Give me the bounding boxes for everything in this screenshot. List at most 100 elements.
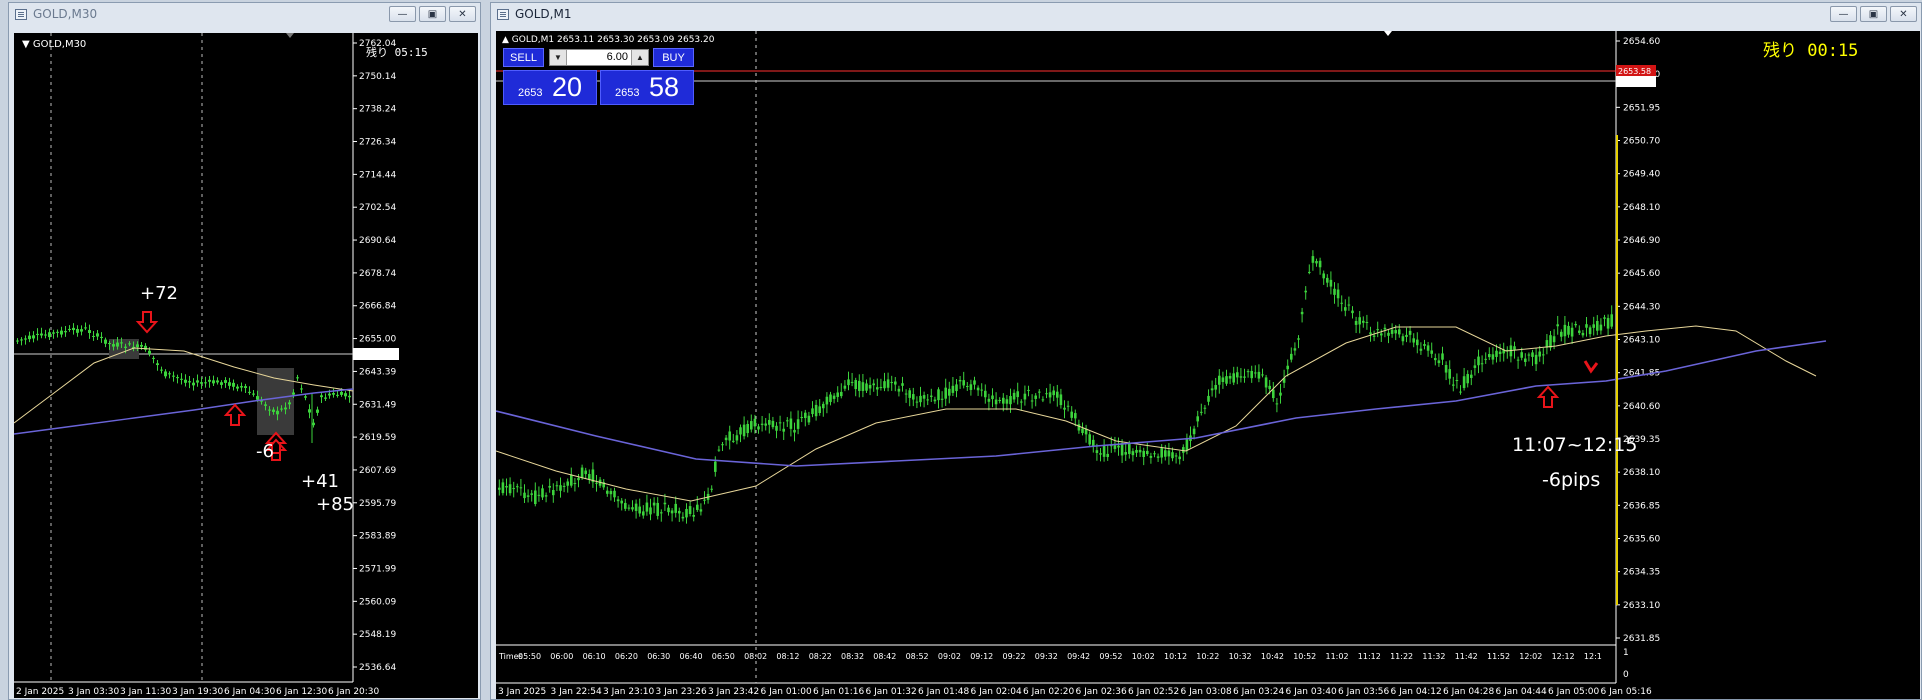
time-marker-label: 09:12: [970, 652, 993, 661]
candle-body: [1077, 424, 1081, 431]
candle-body: [1466, 374, 1469, 384]
y-tick-label: 2548.19: [359, 630, 396, 640]
lot-size-input[interactable]: ▼ 6.00 ▲: [549, 49, 649, 66]
candle-body: [782, 428, 785, 432]
x-tick-label: 6 Jan 03:56: [1338, 687, 1390, 697]
minimize-button[interactable]: —: [389, 6, 416, 22]
candle-body: [1293, 348, 1297, 351]
lot-size-value[interactable]: 6.00: [607, 51, 628, 63]
window-titlebar[interactable]: GOLD,M30 — ▣ ✕: [9, 3, 480, 25]
candle-body: [136, 344, 139, 348]
candle-body: [272, 409, 275, 412]
candle-body: [645, 502, 649, 512]
candle-body: [933, 399, 937, 402]
time-marker-label: 06:40: [680, 652, 703, 661]
buy-button[interactable]: BUY: [653, 48, 694, 67]
time-marker-label: 11:42: [1455, 652, 1478, 661]
candle-body: [1491, 354, 1495, 360]
close-button[interactable]: ✕: [1890, 6, 1917, 22]
y-tick-label: 2649.40: [1623, 170, 1660, 180]
candle-body: [192, 382, 195, 386]
candle-body: [840, 391, 843, 397]
lot-increase-icon[interactable]: ▲: [631, 50, 648, 65]
candle-body: [562, 485, 566, 487]
candle-body: [332, 393, 335, 395]
chart-window-gold-m30[interactable]: GOLD,M30 — ▣ ✕ 2762.04 2750.14 2738.24 2726…: [8, 2, 481, 700]
candle-body: [1347, 304, 1351, 306]
candle-body: [580, 467, 584, 478]
time-marker-label: 10:02: [1132, 652, 1155, 661]
window-titlebar[interactable]: GOLD,M1 — ▣ ✕: [491, 3, 1921, 25]
candle-body: [753, 418, 757, 427]
candle-body: [232, 382, 235, 387]
candle-body: [1218, 375, 1221, 385]
bid-price-pips: 20: [552, 72, 583, 102]
ma-slow-line: [14, 388, 354, 435]
candle-body: [1081, 428, 1084, 434]
candle-body: [1390, 329, 1394, 334]
candle-body: [168, 373, 171, 375]
candle-body: [1171, 452, 1174, 459]
candle-body: [620, 500, 623, 504]
candle-body: [728, 431, 731, 441]
lot-decrease-icon[interactable]: ▼: [550, 50, 567, 65]
price-chart-m30[interactable]: 2762.04 2750.14 2738.24 2726.34 2714.44 2702.…: [14, 33, 478, 698]
candle-body: [652, 502, 656, 506]
time-marker-label: 06:30: [647, 652, 670, 661]
candle-body: [940, 398, 944, 400]
y-tick-label: 2631.85: [1623, 634, 1660, 644]
y-tick-label: 2560.09: [359, 597, 396, 607]
y-tick-label: 2619.59: [359, 433, 396, 443]
candle-body: [595, 482, 598, 484]
candle-body: [757, 426, 760, 430]
candle-body: [48, 332, 51, 338]
candle-body: [699, 509, 703, 512]
candle-body: [1477, 356, 1480, 366]
candle-body: [1261, 374, 1264, 376]
x-tick-label: 6 Jan 03:24: [1233, 687, 1285, 697]
candle-body: [663, 502, 667, 505]
candle-body: [631, 507, 634, 510]
ask-price-button[interactable]: 2653 58: [600, 70, 694, 105]
maximize-button[interactable]: ▣: [1860, 6, 1887, 22]
candle-body: [710, 488, 713, 490]
candle-body: [1488, 354, 1491, 358]
candle-body: [1376, 329, 1379, 331]
candle-body: [876, 387, 879, 390]
minimize-button[interactable]: —: [1830, 6, 1857, 22]
candle-body: [1520, 352, 1523, 358]
candle-body: [16, 340, 19, 342]
candle-body: [526, 495, 530, 497]
candle-body: [1311, 256, 1315, 263]
ask-price-pips: 58: [649, 72, 680, 102]
x-tick-label: 6 Jan 01:16: [813, 687, 865, 697]
candle-body: [1297, 338, 1300, 340]
candle-body: [24, 338, 27, 340]
candle-body: [501, 482, 505, 494]
candle-body: [703, 499, 706, 501]
bid-price-button[interactable]: 2653 20: [503, 70, 597, 105]
x-tick-label: 6 Jan 03:40: [1286, 687, 1338, 697]
candle-body: [1257, 371, 1261, 379]
candle-body: [288, 402, 291, 405]
candle-body: [256, 396, 259, 400]
candle-body: [252, 393, 255, 395]
candle-body: [1207, 395, 1210, 402]
price-chart-m1[interactable]: 2654.60 2653.20 2651.95 2650.70 2649.40 2648.…: [496, 31, 1920, 699]
candle-body: [832, 395, 836, 399]
candle-body: [937, 389, 940, 401]
candle-body: [836, 392, 839, 397]
candle-body: [1106, 453, 1109, 458]
candle-body: [1603, 317, 1606, 319]
time-marker-label: 06:50: [712, 652, 735, 661]
candle-body: [1552, 336, 1556, 343]
sell-button[interactable]: SELL: [503, 48, 544, 67]
y-tick-label: 2607.69: [359, 466, 396, 476]
maximize-button[interactable]: ▣: [419, 6, 446, 22]
close-button[interactable]: ✕: [449, 6, 476, 22]
candle-body: [793, 429, 796, 433]
y-tick-label: 2650.70: [1623, 137, 1660, 147]
candle-body: [948, 388, 951, 396]
chart-window-gold-m1[interactable]: GOLD,M1 — ▣ ✕ 2654.60 2653.20 2651.95 2650.…: [490, 2, 1922, 700]
candle-body: [208, 379, 211, 382]
